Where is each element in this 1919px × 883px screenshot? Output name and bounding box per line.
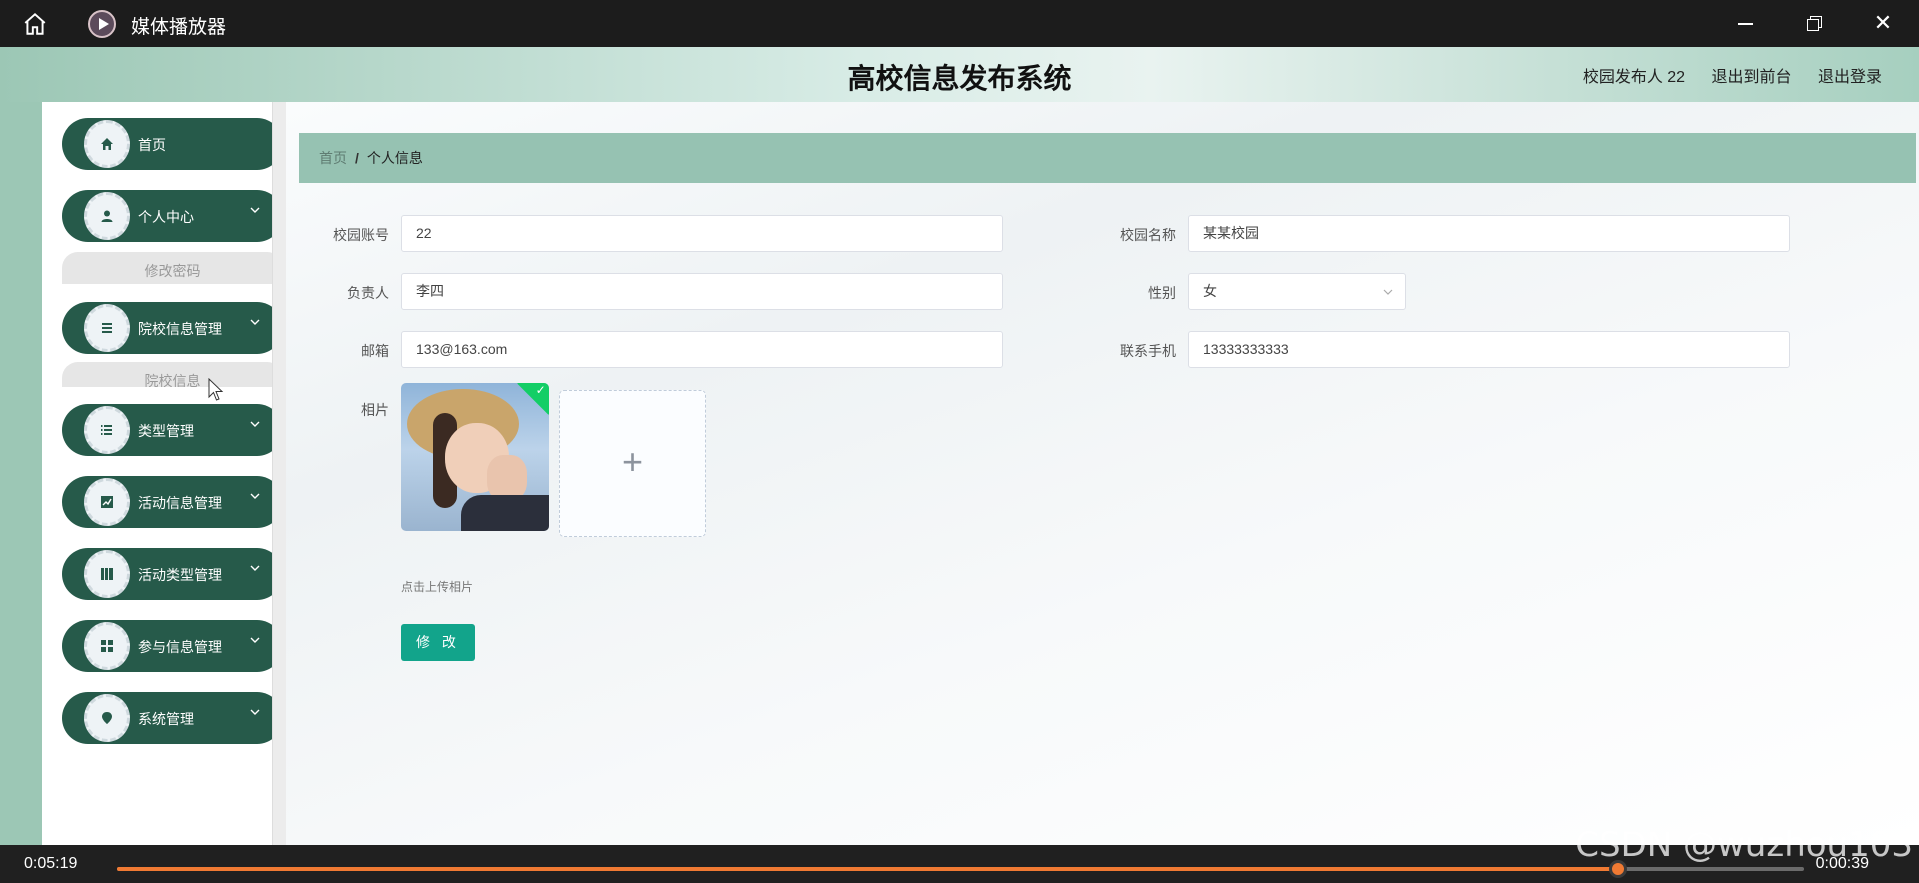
home-icon — [84, 120, 130, 168]
close-button[interactable]: ✕ — [1868, 10, 1898, 36]
photo-upload-button[interactable]: + — [559, 390, 706, 537]
back-to-front-link[interactable]: 退出到前台 — [1712, 69, 1792, 86]
breadcrumb: 首页 / 个人信息 — [299, 133, 1916, 183]
sidebar-item-activity-info[interactable]: 活动信息管理 — [62, 476, 283, 528]
manager-field[interactable]: 李四 — [401, 273, 1003, 310]
campus-name-field[interactable]: 某某校园 — [1188, 215, 1790, 252]
sidebar-item-personal-center[interactable]: 个人中心 — [62, 190, 283, 242]
manager-label: 负责人 — [347, 285, 389, 301]
email-label: 邮箱 — [361, 343, 389, 359]
sidebar-item-participation[interactable]: 参与信息管理 — [62, 620, 283, 672]
phone-label: 联系手机 — [1120, 343, 1176, 359]
chevron-down-icon — [250, 637, 260, 643]
logout-link[interactable]: 退出登录 — [1818, 69, 1882, 86]
sidebar-item-label: 活动信息管理 — [138, 495, 222, 511]
campus-name-label: 校园名称 — [1120, 227, 1176, 243]
chevron-down-icon — [250, 207, 260, 213]
list-icon — [84, 304, 130, 352]
uploaded-photo[interactable] — [401, 383, 549, 531]
gender-label: 性别 — [1148, 285, 1176, 301]
list-icon — [84, 406, 130, 454]
sidebar-item-activity-type[interactable]: 活动类型管理 — [62, 548, 283, 600]
sidebar-item-label: 个人中心 — [138, 209, 194, 225]
sidebar-item-label: 院校信息管理 — [138, 321, 222, 337]
sidebar-item-label: 活动类型管理 — [138, 567, 222, 583]
photo-shirt-shape — [461, 495, 549, 531]
app-header: 高校信息发布系统 校园发布人 22 退出到前台 退出登录 — [0, 47, 1919, 102]
upload-success-check-icon — [517, 383, 549, 415]
minimize-button[interactable] — [1731, 10, 1761, 36]
seek-bar-progress — [117, 867, 1619, 871]
mouse-cursor-icon — [208, 378, 224, 401]
elapsed-time: 0:05:19 — [24, 855, 78, 872]
header-links: 校园发布人 22 退出到前台 退出登录 — [1561, 63, 1882, 87]
sidebar-item-college-info[interactable]: 院校信息管理 — [62, 302, 283, 354]
chevron-down-icon — [250, 493, 260, 499]
player-titlebar: 媒体播放器 ✕ — [0, 0, 1919, 47]
sidebar-scrollbar[interactable] — [272, 102, 286, 845]
submenu-change-password[interactable]: 修改密码 — [62, 252, 283, 284]
photo-label: 相片 — [361, 402, 389, 418]
sidebar-item-label: 系统管理 — [138, 711, 194, 727]
restore-button[interactable] — [1800, 10, 1830, 36]
user-icon — [84, 192, 130, 240]
sidebar-item-label: 类型管理 — [138, 423, 194, 439]
sidebar-item-home[interactable]: 首页 — [62, 118, 283, 170]
media-player-icon — [88, 10, 116, 38]
gender-selected-value: 女 — [1203, 283, 1217, 299]
submenu-college-info[interactable]: 院校信息 — [62, 362, 283, 387]
breadcrumb-separator: / — [355, 150, 359, 166]
sidebar-item-label: 首页 — [138, 137, 166, 153]
upload-hint: 点击上传相片 — [401, 580, 474, 594]
chevron-down-icon — [250, 421, 260, 427]
chart-icon — [84, 478, 130, 526]
account-label: 校园账号 — [333, 227, 389, 243]
chevron-down-icon — [250, 709, 260, 715]
left-rail — [0, 102, 42, 845]
sidebar-item-label: 参与信息管理 — [138, 639, 222, 655]
sidebar-item-type-management[interactable]: 类型管理 — [62, 404, 283, 456]
user-label: 校园发布人 22 — [1582, 69, 1686, 86]
player-title: 媒体播放器 — [131, 17, 227, 38]
phone-field[interactable]: 13333333333 — [1188, 331, 1790, 368]
email-field[interactable]: 133@163.com — [401, 331, 1003, 368]
home-icon[interactable] — [22, 11, 48, 37]
seek-bar[interactable] — [117, 860, 1804, 878]
chevron-down-icon — [250, 565, 260, 571]
submit-button[interactable]: 修 改 — [401, 624, 475, 661]
watermark: CSDN @wuzhou103 — [1575, 825, 1913, 865]
sidebar: 首页 个人中心 修改密码 院校信息管理 院校信息 类型管理 活动信息管理 活动类… — [42, 102, 283, 845]
sidebar-item-system[interactable]: 系统管理 — [62, 692, 283, 744]
plus-icon: + — [621, 441, 644, 482]
bookmark-icon — [84, 550, 130, 598]
grid-icon — [84, 622, 130, 670]
breadcrumb-home[interactable]: 首页 — [319, 150, 347, 166]
account-field[interactable]: 22 — [401, 215, 1003, 252]
breadcrumb-current: 个人信息 — [366, 150, 423, 166]
location-icon — [84, 694, 130, 742]
chevron-down-icon — [250, 319, 260, 325]
chevron-down-icon — [1383, 289, 1393, 295]
gender-select[interactable]: 女 — [1188, 273, 1406, 310]
